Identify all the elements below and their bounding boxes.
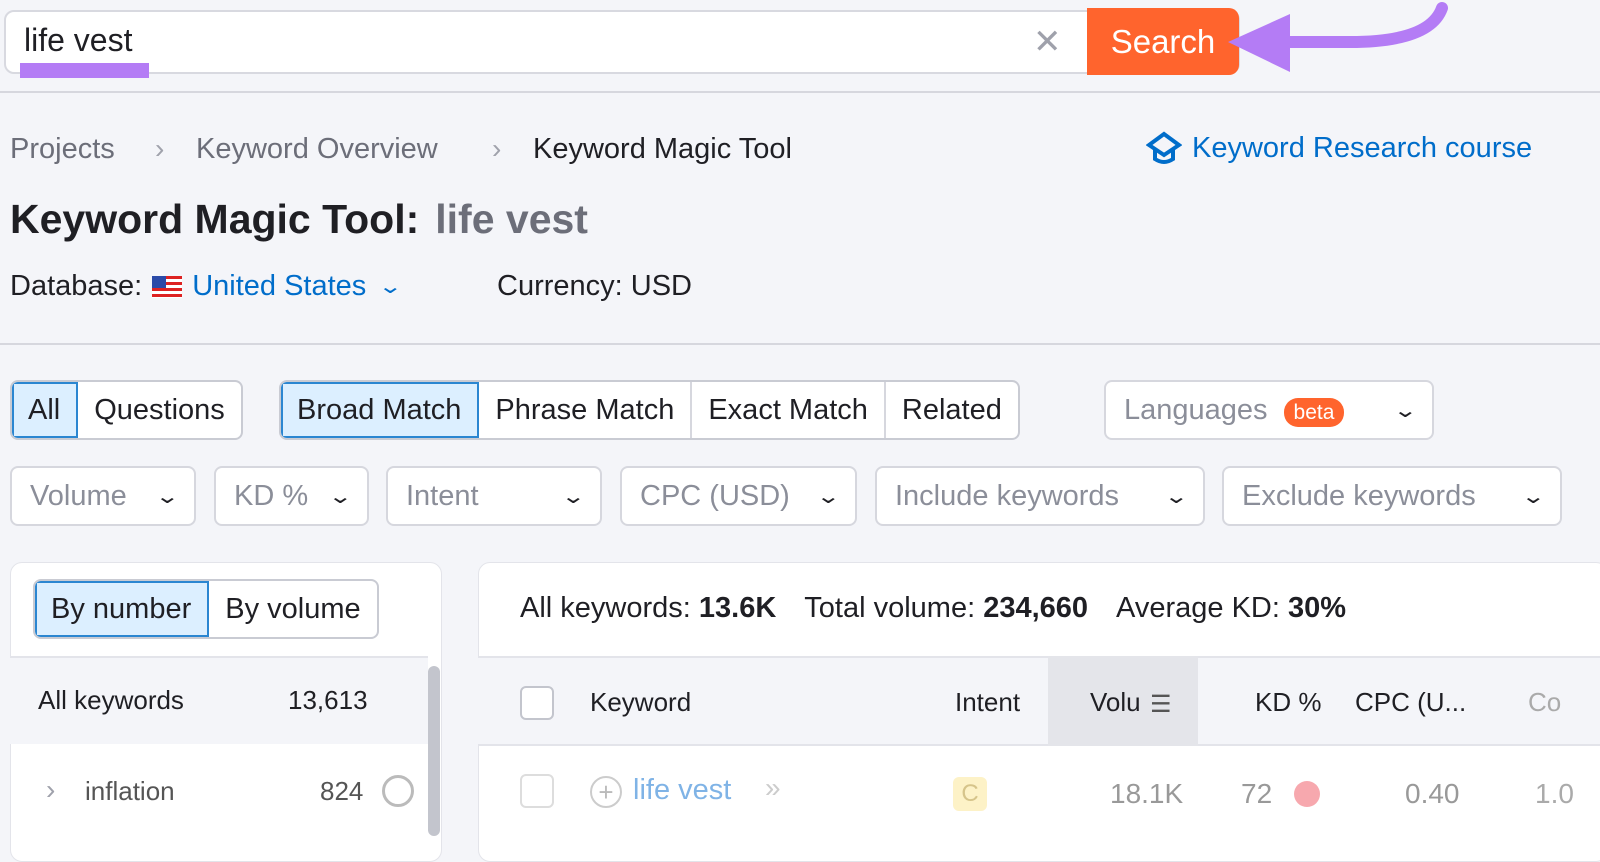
breadcrumb-current: Keyword Magic Tool — [533, 133, 792, 165]
annotation-arrow-icon — [1228, 2, 1448, 72]
scrollbar[interactable] — [428, 666, 440, 836]
kd-value: 72 — [1241, 778, 1273, 809]
group-label[interactable]: inflation — [85, 776, 175, 807]
chevron-down-icon: ⌄ — [1393, 399, 1419, 422]
kd-filter[interactable]: KD % ⌄ — [214, 466, 369, 526]
row-checkbox[interactable] — [520, 774, 554, 808]
column-kd[interactable]: KD % — [1255, 687, 1321, 718]
filter-label: CPC (USD) — [640, 479, 790, 512]
breadcrumb-projects[interactable]: Projects — [10, 133, 115, 166]
chevron-down-icon: ⌄ — [155, 485, 181, 508]
search-value: life vest — [24, 22, 133, 58]
currency: Currency: USD — [497, 270, 692, 302]
languages-label: Languages — [1124, 393, 1268, 426]
tab-phrase-match[interactable]: Phrase Match — [479, 382, 693, 438]
filter-label: Intent — [406, 479, 479, 512]
filter-label: Volume — [30, 479, 127, 512]
question-filter-tabs: All Questions — [10, 380, 243, 440]
tab-questions[interactable]: Questions — [78, 382, 241, 438]
summary-stats: All keywords: 13.6K Total volume: 234,66… — [520, 592, 1346, 625]
graduation-cap-icon — [1146, 131, 1182, 164]
column-com[interactable]: Co — [1528, 687, 1561, 718]
database-selector[interactable]: Database: United States ⌄ — [10, 270, 403, 303]
column-volume[interactable]: Volu — [1090, 687, 1141, 718]
divider — [0, 343, 1600, 345]
group-count: 824 — [320, 776, 364, 806]
group-sort-toggle: By number By volume — [33, 579, 379, 639]
by-volume-button[interactable]: By volume — [209, 581, 376, 637]
intent-badge: C — [953, 777, 987, 811]
tab-exact-match[interactable]: Exact Match — [692, 382, 886, 438]
by-number-button[interactable]: By number — [35, 581, 210, 637]
group-count: 13,613 — [288, 685, 368, 715]
title-tool: Keyword Magic Tool: — [10, 196, 420, 242]
column-intent[interactable]: Intent — [955, 687, 1020, 718]
kd-difficulty-dot — [1294, 781, 1320, 807]
chevron-down-icon: ⌄ — [378, 276, 404, 298]
filter-label: Exclude keywords — [1242, 479, 1476, 512]
tab-related[interactable]: Related — [886, 382, 1018, 438]
com-value: 1.0 — [1535, 778, 1574, 809]
keyword-research-course-link[interactable]: Keyword Research course — [1146, 131, 1532, 165]
chevron-right-icon[interactable]: › — [46, 774, 55, 806]
beta-badge: beta — [1283, 397, 1345, 427]
match-tabs: Broad Match Phrase Match Exact Match Rel… — [279, 380, 1020, 440]
add-icon[interactable]: + — [590, 776, 622, 808]
cpc-value: 0.40 — [1405, 778, 1460, 809]
database-label: Database: — [10, 270, 143, 302]
exclude-keywords-filter[interactable]: Exclude keywords ⌄ — [1222, 466, 1562, 526]
chevron-down-icon: ⌄ — [1521, 485, 1547, 508]
column-cpc[interactable]: CPC (U... — [1355, 687, 1466, 718]
title-keyword: life vest — [435, 196, 588, 242]
tab-broad-match[interactable]: Broad Match — [281, 382, 480, 438]
all-keywords-stat: All keywords: 13.6K — [520, 592, 777, 624]
average-kd-stat: Average KD: 30% — [1116, 592, 1347, 624]
chevron-down-icon: ⌄ — [561, 485, 587, 508]
filter-label: KD % — [234, 479, 309, 512]
select-all-checkbox[interactable] — [520, 686, 554, 720]
sort-icon[interactable]: ☰ — [1150, 690, 1172, 719]
divider — [0, 91, 1600, 93]
chevron-down-icon: ⌄ — [328, 485, 354, 508]
languages-dropdown[interactable]: Languages beta ⌄ — [1104, 380, 1434, 440]
annotation-underline — [20, 63, 149, 78]
volume-value: 18.1K — [1110, 778, 1184, 809]
chevron-right-icon: › — [492, 133, 502, 164]
include-keywords-filter[interactable]: Include keywords ⌄ — [875, 466, 1205, 526]
volume-filter[interactable]: Volume ⌄ — [10, 466, 196, 526]
keyword-link[interactable]: life vest — [633, 774, 731, 807]
double-chevron-icon[interactable]: » — [765, 772, 781, 804]
eye-icon[interactable] — [382, 775, 414, 807]
total-volume-stat: Total volume: 234,660 — [804, 592, 1089, 624]
search-button[interactable]: Search — [1087, 8, 1239, 75]
tab-all[interactable]: All — [12, 382, 79, 438]
chevron-right-icon: › — [155, 133, 165, 164]
us-flag-icon — [152, 275, 183, 298]
column-keyword[interactable]: Keyword — [590, 687, 691, 718]
filter-label: Include keywords — [895, 479, 1120, 512]
intent-filter[interactable]: Intent ⌄ — [386, 466, 602, 526]
group-label: All keywords — [38, 685, 184, 715]
database-value: United States — [192, 270, 367, 302]
page-title: Keyword Magic Tool: life vest — [10, 196, 588, 243]
chevron-down-icon: ⌄ — [1164, 485, 1190, 508]
course-label: Keyword Research course — [1192, 131, 1533, 164]
chevron-down-icon: ⌄ — [816, 485, 842, 508]
clear-icon[interactable]: ✕ — [1033, 22, 1062, 62]
cpc-filter[interactable]: CPC (USD) ⌄ — [620, 466, 857, 526]
breadcrumb-keyword-overview[interactable]: Keyword Overview — [196, 133, 438, 166]
